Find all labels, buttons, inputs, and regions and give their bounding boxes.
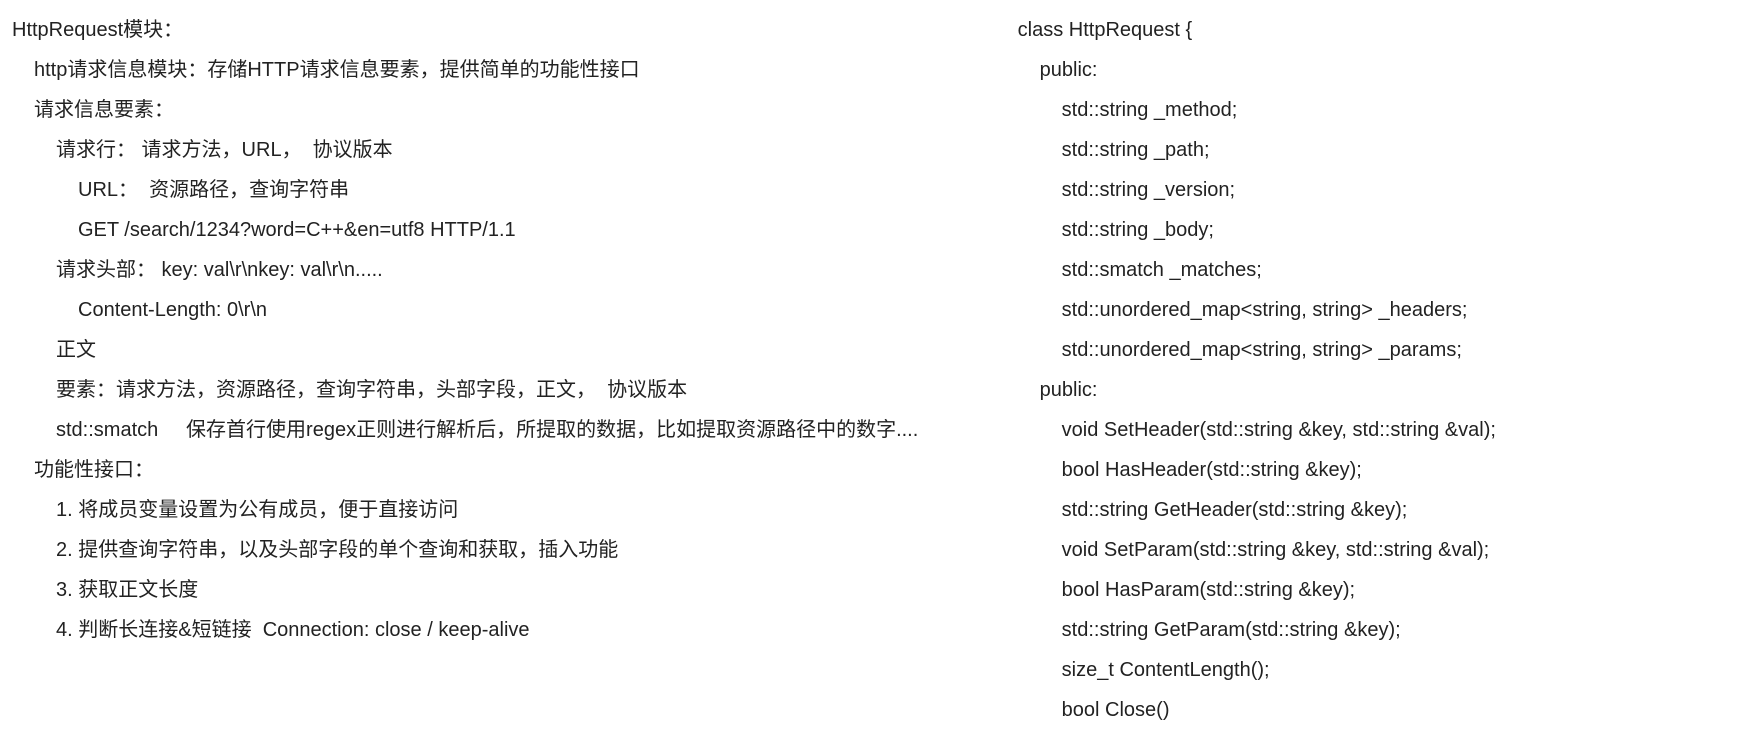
member-matches: std::smatch _matches;	[1018, 250, 1738, 290]
fn-getheader: std::string GetHeader(std::string &key);	[1018, 490, 1738, 530]
member-body: std::string _body;	[1018, 210, 1738, 250]
request-line: 请求行： 请求方法，URL， 协议版本	[12, 130, 1010, 170]
fn-close: bool Close()	[1018, 690, 1738, 730]
content-length-example: Content-Length: 0\r\n	[12, 290, 1010, 330]
api-item-2: 2. 提供查询字符串，以及头部字段的单个查询和获取，插入功能	[12, 530, 1010, 570]
member-method: std::string _method;	[1018, 90, 1738, 130]
fn-contentlength: size_t ContentLength();	[1018, 650, 1738, 690]
fn-getparam: std::string GetParam(std::string &key);	[1018, 610, 1738, 650]
module-title: HttpRequest模块：	[12, 10, 1010, 50]
member-version: std::string _version;	[1018, 170, 1738, 210]
module-desc: http请求信息模块：存储HTTP请求信息要素，提供简单的功能性接口	[12, 50, 1010, 90]
api-item-3: 3. 获取正文长度	[12, 570, 1010, 610]
headers-desc: 请求头部： key: val\r\nkey: val\r\n.....	[12, 250, 1010, 290]
member-headers: std::unordered_map<string, string> _head…	[1018, 290, 1738, 330]
api-item-4: 4. 判断长连接&短链接 Connection: close / keep-al…	[12, 610, 1010, 650]
left-column: HttpRequest模块： http请求信息模块：存储HTTP请求信息要素，提…	[12, 10, 1010, 730]
url-desc: URL： 资源路径，查询字符串	[12, 170, 1010, 210]
public-1: public:	[1018, 50, 1738, 90]
fn-setheader: void SetHeader(std::string &key, std::st…	[1018, 410, 1738, 450]
class-decl: class HttpRequest {	[1018, 10, 1738, 50]
public-2: public:	[1018, 370, 1738, 410]
api-item-1: 1. 将成员变量设置为公有成员，便于直接访问	[12, 490, 1010, 530]
fn-setparam: void SetParam(std::string &key, std::str…	[1018, 530, 1738, 570]
api-header: 功能性接口：	[12, 450, 1010, 490]
member-params: std::unordered_map<string, string> _para…	[1018, 330, 1738, 370]
elements-header: 请求信息要素：	[12, 90, 1010, 130]
body-label: 正文	[12, 330, 1010, 370]
get-example: GET /search/1234?word=C++&en=utf8 HTTP/1…	[12, 210, 1010, 250]
member-path: std::string _path;	[1018, 130, 1738, 170]
fn-hasheader: bool HasHeader(std::string &key);	[1018, 450, 1738, 490]
smatch-desc: std::smatch 保存首行使用regex正则进行解析后，所提取的数据，比如…	[12, 410, 1010, 450]
fn-hasparam: bool HasParam(std::string &key);	[1018, 570, 1738, 610]
elements-list: 要素：请求方法，资源路径，查询字符串，头部字段，正文， 协议版本	[12, 370, 1010, 410]
right-column: class HttpRequest { public: std::string …	[1010, 10, 1738, 730]
